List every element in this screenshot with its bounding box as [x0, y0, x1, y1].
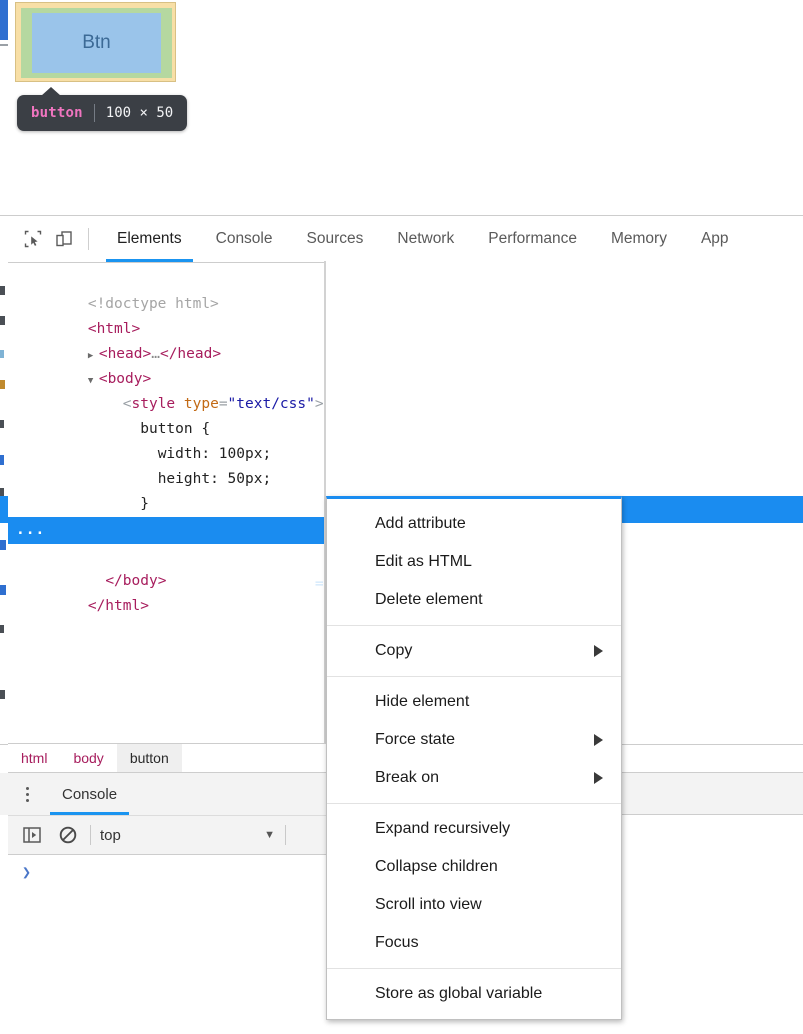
menu-item-store-as-global-variable[interactable]: Store as global variable	[327, 975, 621, 1013]
menu-item-label: Hide element	[375, 693, 470, 710]
menu-item-label: Scroll into view	[375, 896, 482, 913]
highlighted-button[interactable]: Btn	[32, 13, 161, 73]
device-toolbar-icon[interactable]	[48, 216, 79, 262]
menu-item-edit-as-html[interactable]: Edit as HTML	[327, 543, 621, 581]
tab-label: Elements	[117, 230, 182, 247]
menu-item-hide-element[interactable]: Hide element	[327, 683, 621, 721]
console-context-value: top	[100, 826, 121, 844]
devtools-tab-strip: Elements Console Sources Network Perform…	[100, 216, 746, 262]
menu-separator	[327, 803, 621, 804]
tab-label: Memory	[610, 230, 667, 247]
tab-application[interactable]: App	[684, 216, 746, 262]
menu-item-expand-recursively[interactable]: Expand recursively	[327, 810, 621, 848]
tooltip-dimensions: 100 × 50	[105, 105, 174, 121]
tooltip-tag-name: button	[31, 105, 83, 121]
tooltip-separator	[93, 104, 95, 122]
menu-item-label: Expand recursively	[375, 820, 511, 837]
tab-label: Console	[215, 230, 273, 247]
tab-label: App	[700, 230, 729, 247]
tab-performance[interactable]: Performance	[471, 216, 594, 262]
submenu-arrow-icon	[594, 772, 603, 784]
menu-item-label: Copy	[375, 642, 413, 659]
highlight-margin-box: Btn	[15, 2, 176, 82]
menu-item-label: Delete element	[375, 591, 483, 608]
console-context-select[interactable]: top ▼	[100, 827, 285, 844]
menu-item-break-on[interactable]: Break on	[327, 759, 621, 797]
tab-network[interactable]: Network	[380, 216, 471, 262]
clear-console-icon[interactable]	[50, 825, 86, 845]
menu-item-delete-element[interactable]: Delete element	[327, 581, 621, 619]
background-page-sliver	[0, 0, 8, 1034]
menu-item-focus[interactable]: Focus	[327, 924, 621, 962]
more-options-icon[interactable]	[8, 773, 46, 815]
menu-separator	[327, 676, 621, 677]
page-viewport: Btn button 100 × 50	[8, 0, 803, 215]
tab-label: Network	[397, 230, 455, 247]
devtools-main-toolbar: Elements Console Sources Network Perform…	[8, 216, 803, 263]
highlight-padding-box: Btn	[21, 8, 172, 78]
row-overflow-dots-icon[interactable]: ...	[16, 517, 45, 544]
menu-separator	[327, 968, 621, 969]
submenu-arrow-icon	[594, 645, 603, 657]
menu-item-copy[interactable]: Copy	[327, 632, 621, 670]
console-toolbar-divider	[90, 825, 91, 845]
menu-item-label: Focus	[375, 934, 419, 951]
breadcrumb-item-body[interactable]: body	[60, 744, 116, 772]
drawer-tab-console[interactable]: Console	[46, 773, 133, 815]
chevron-down-icon: ▼	[264, 829, 275, 841]
tab-elements[interactable]: Elements	[100, 216, 199, 262]
menu-item-add-attribute[interactable]: Add attribute	[327, 505, 621, 543]
console-toolbar-divider-2	[285, 825, 286, 845]
menu-item-label: Force state	[375, 731, 456, 748]
console-sidebar-icon[interactable]	[14, 826, 50, 844]
devtools-screenshot: Btn button 100 × 50 Elements Console Sou…	[0, 0, 803, 1034]
tab-console[interactable]: Console	[199, 216, 290, 262]
menu-separator	[327, 625, 621, 626]
element-highlight-tooltip: button 100 × 50	[17, 87, 188, 131]
menu-item-collapse-children[interactable]: Collapse children	[327, 848, 621, 886]
tab-sources[interactable]: Sources	[290, 216, 381, 262]
dom-tag-html-close: </html>	[87, 598, 149, 614]
toolbar-divider	[88, 228, 89, 250]
context-menu: Add attribute Edit as HTML Delete elemen…	[326, 496, 622, 1020]
menu-item-label: Add attribute	[375, 515, 466, 532]
menu-item-label: Collapse children	[375, 858, 498, 875]
submenu-arrow-icon	[594, 734, 603, 746]
tab-label: Performance	[488, 230, 577, 247]
tab-memory[interactable]: Memory	[594, 216, 684, 262]
menu-item-force-state[interactable]: Force state	[327, 721, 621, 759]
breadcrumb-item-button[interactable]: button	[116, 744, 182, 772]
inspect-element-icon[interactable]	[17, 216, 48, 262]
menu-item-label: Store as global variable	[375, 985, 543, 1002]
prompt-chevron-icon: ❯	[22, 863, 32, 881]
menu-item-label: Break on	[375, 769, 440, 786]
menu-item-scroll-into-view[interactable]: Scroll into view	[327, 886, 621, 924]
tab-label: Sources	[306, 230, 364, 247]
menu-item-label: Edit as HTML	[375, 553, 472, 570]
breadcrumb-item-html[interactable]: html	[8, 744, 60, 772]
